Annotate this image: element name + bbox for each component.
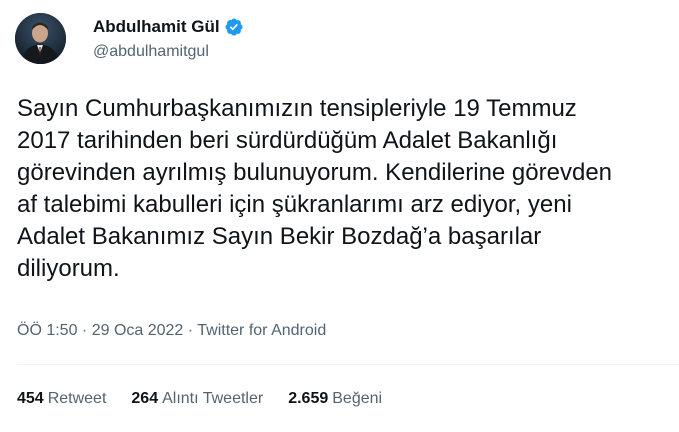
tweet-date-link[interactable]: 29 Oca 2022 [92, 322, 184, 339]
meta-separator: · [183, 322, 198, 339]
likes-label: Beğeni [332, 390, 383, 407]
tweet-text: Sayın Cumhurbaşkanımızın tensipleriyle 1… [17, 93, 679, 285]
tweet-text-line: Sayın Cumhurbaşkanımızın tensipleriyle 1… [17, 95, 577, 122]
tweet-stats: 454 Retweet 264 Alıntı Tweetler 2.659 Beğen… [17, 390, 407, 408]
divider [17, 364, 679, 365]
author-name-row: Abdulhamit Gül [93, 16, 244, 38]
tweet-text-line: görevinden ayrılmış bulunuyorum. Kendile… [17, 159, 613, 186]
tweet-text-line: af talebimi kabulleri için şükranlarımı … [17, 191, 572, 218]
quote-tweets-count: 264 [131, 390, 159, 407]
quote-tweets-stat[interactable]: 264 Alıntı Tweetler [131, 390, 263, 408]
tweet-time-link[interactable]: ÖÖ 1:50 [17, 322, 77, 339]
retweets-count: 454 [17, 390, 44, 407]
quote-tweets-label: Alıntı Tweetler [162, 390, 264, 407]
tweet-text-line: 2017 tarihinden beri sürdürdüğüm Adalet … [17, 127, 558, 154]
retweets-label: Retweet [47, 390, 107, 407]
tweet-source: Twitter for Android [197, 322, 327, 339]
author-handle[interactable]: @abdulhamitgul [93, 43, 209, 61]
author-name[interactable]: Abdulhamit Gül [93, 17, 220, 37]
meta-separator: · [77, 322, 92, 339]
tweet-meta: ÖÖ 1:50 · 29 Oca 2022 · Twitter for Andr… [17, 322, 326, 340]
likes-stat[interactable]: 2.659 Beğeni [288, 390, 382, 408]
retweets-stat[interactable]: 454 Retweet [17, 390, 106, 408]
verified-badge-icon [224, 17, 244, 37]
tweet-text-line: diliyorum. [17, 255, 120, 282]
likes-count: 2.659 [288, 390, 329, 407]
avatar[interactable] [15, 13, 66, 64]
avatar-photo-icon [15, 13, 66, 64]
tweet-text-line: Adalet Bakanımız Sayın Bekir Bozdağ’a ba… [17, 223, 542, 250]
tweet: Abdulhamit Gül @abdulhamitgul Sayın Cumh… [0, 0, 679, 432]
